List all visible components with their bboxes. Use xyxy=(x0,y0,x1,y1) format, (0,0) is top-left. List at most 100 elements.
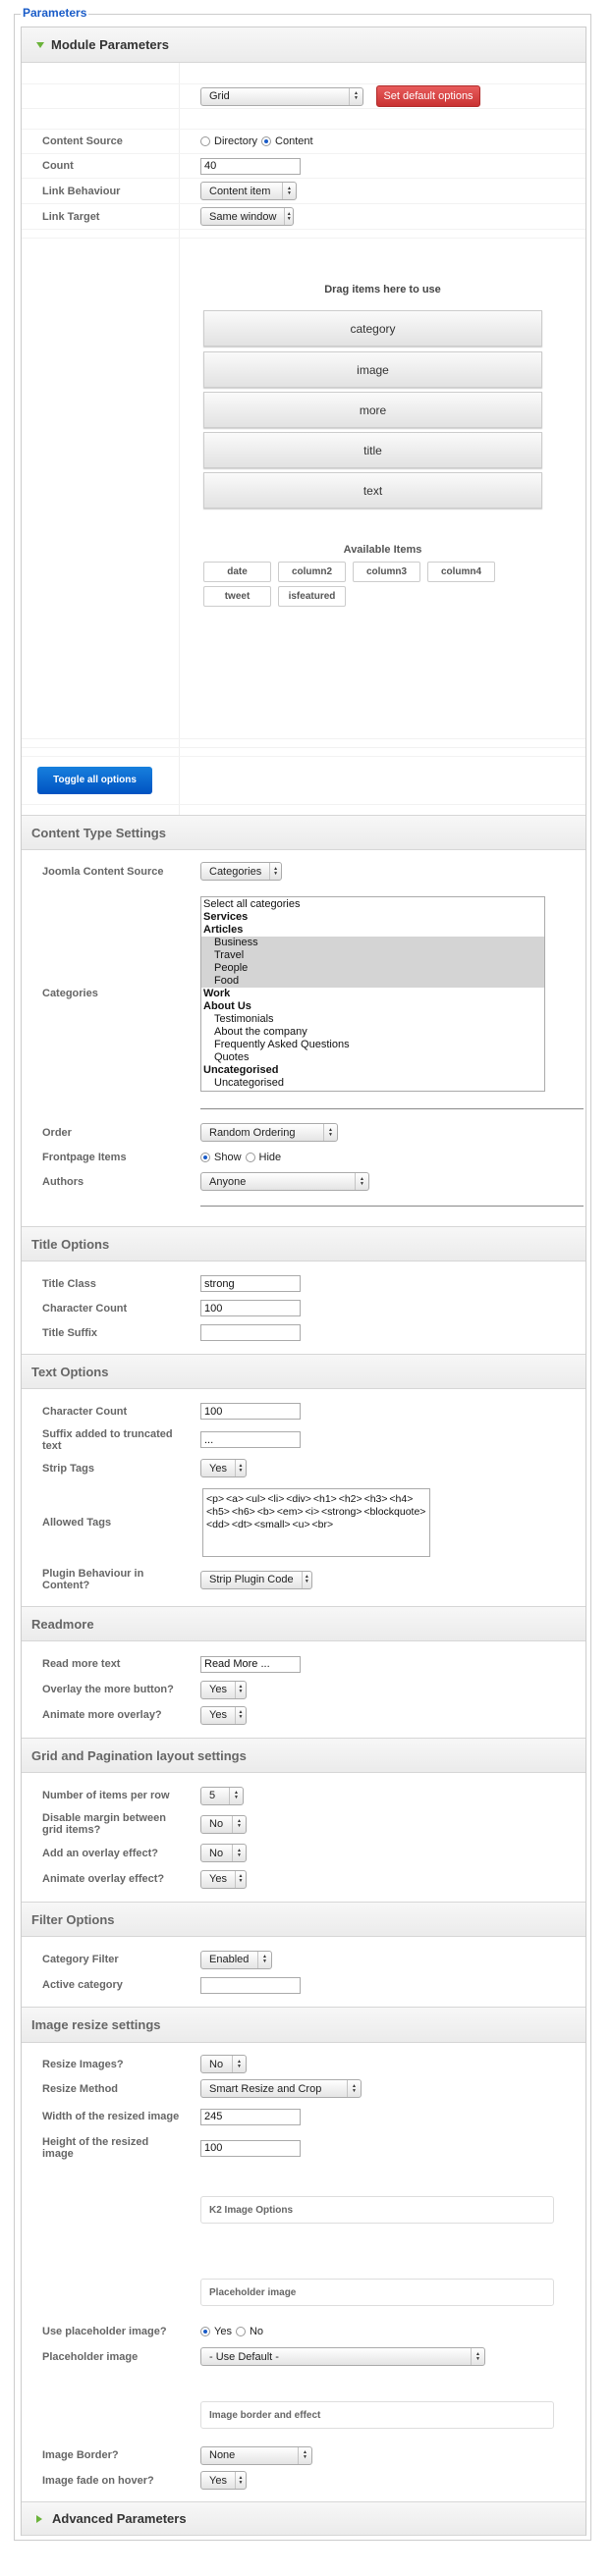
animate-overlay-select[interactable]: Yes ▲ ▼ xyxy=(200,1869,247,1889)
used-item[interactable]: title xyxy=(203,432,542,468)
form-row: Animate overlay effect? Yes ▲ ▼ xyxy=(22,1866,585,1892)
link-target-select[interactable]: Same window ▲ ▼ xyxy=(200,207,294,226)
radio-placeholder-yes[interactable] xyxy=(200,2327,210,2336)
categories-listbox[interactable]: Select all categories Services Articles Bus… xyxy=(200,895,545,1092)
container: Same window xyxy=(209,210,277,223)
parameters-panel: Module Parameters Grid ▲ ▼ Set default opt… xyxy=(21,27,586,2536)
category-option[interactable]: Select all categories xyxy=(201,898,544,911)
container: Grid ▲ ▼ Set default options xyxy=(180,84,585,108)
radio-directory[interactable] xyxy=(200,136,210,146)
category-option[interactable]: People xyxy=(201,961,544,975)
joomla-source-select[interactable]: Categories ▲ ▼ xyxy=(200,862,282,881)
category-option[interactable]: Uncategorised xyxy=(201,1064,544,1077)
text-char-count-input[interactable] xyxy=(200,1403,301,1420)
category-option[interactable]: Uncategorised xyxy=(201,1077,544,1090)
image-border-select[interactable]: None ▲ ▼ xyxy=(200,2445,312,2465)
content-source-label: Content Source xyxy=(22,130,180,153)
available-item[interactable]: tweet xyxy=(203,586,271,607)
container: Yes xyxy=(209,1684,227,1695)
radio-content[interactable] xyxy=(261,136,272,146)
form-row: Resize Images? No ▲ ▼ xyxy=(22,2052,585,2076)
order-select[interactable]: Random Ordering ▲ ▼ xyxy=(200,1123,338,1142)
container: Number of items per row 5 ▲ ▼ Disable margi… xyxy=(22,1773,585,1902)
layout-select[interactable]: Grid ▲ ▼ xyxy=(200,86,363,106)
select-arrows-icon: ▲ ▼ xyxy=(257,1951,271,1968)
category-option[interactable]: Quotes xyxy=(201,1051,544,1064)
readmore-text-input[interactable] xyxy=(200,1655,301,1673)
authors-select[interactable]: Anyone ▲ ▼ xyxy=(200,1172,369,1191)
resize-width-input[interactable] xyxy=(200,2108,301,2125)
link-behaviour-select[interactable]: Content item ▲ ▼ xyxy=(200,182,297,200)
overlay-more-label: Overlay the more button? xyxy=(42,1684,174,1695)
available-item[interactable]: isfeatured xyxy=(278,586,346,607)
category-option[interactable]: Work xyxy=(201,988,544,1000)
image-fade-select[interactable]: Yes ▲ ▼ xyxy=(200,2471,247,2490)
animate-more-select[interactable]: Yes ▲ ▼ xyxy=(200,1705,247,1725)
available-item[interactable]: column2 xyxy=(278,562,346,582)
advanced-parameters-header[interactable]: Advanced Parameters xyxy=(22,2501,585,2536)
form-row: Animate more overlay? Yes ▲ ▼ xyxy=(22,1702,585,1728)
used-item[interactable]: more xyxy=(203,392,542,428)
collapsed-triangle-icon xyxy=(36,2514,42,2523)
category-option[interactable]: Articles xyxy=(201,924,544,937)
used-item[interactable]: category xyxy=(203,310,542,347)
module-parameters-header[interactable]: Module Parameters xyxy=(22,27,585,63)
available-item[interactable]: column4 xyxy=(427,562,495,582)
container xyxy=(180,1300,301,1316)
title-suffix-input[interactable] xyxy=(200,1324,301,1341)
radio-placeholder-no[interactable] xyxy=(235,2327,246,2336)
used-item[interactable]: image xyxy=(203,351,542,388)
radio-show[interactable] xyxy=(200,1152,210,1162)
field-label xyxy=(22,239,180,738)
form-row xyxy=(22,109,585,130)
form-row: Content Source Directory Content xyxy=(22,130,585,154)
resize-method-select[interactable]: Smart Resize and Crop ▲ ▼ xyxy=(200,2079,362,2098)
category-option[interactable]: Frequently Asked Questions xyxy=(201,1039,544,1051)
toggle-all-options-button[interactable]: Toggle all options xyxy=(37,767,152,794)
category-filter-select[interactable]: Enabled ▲ ▼ xyxy=(200,1950,272,1969)
form-row: Add an overlay effect? No ▲ ▼ xyxy=(22,1840,585,1866)
form-row: Title Class xyxy=(22,1271,585,1296)
resize-images-select[interactable]: No ▲ ▼ xyxy=(200,2055,247,2073)
used-item[interactable]: text xyxy=(203,472,542,509)
radio-hide[interactable] xyxy=(245,1152,255,1162)
count-label: Count xyxy=(22,154,180,178)
container: Enabled xyxy=(209,1954,250,1965)
active-category-input[interactable] xyxy=(200,1976,301,1994)
category-option[interactable]: Food xyxy=(201,974,544,988)
field-label xyxy=(22,748,180,756)
count-input[interactable] xyxy=(200,157,301,175)
strip-tags-select[interactable]: Yes ▲ ▼ xyxy=(200,1459,247,1477)
available-item[interactable]: column3 xyxy=(353,562,420,582)
plugin-behaviour-select[interactable]: Strip Plugin Code ▲ ▼ xyxy=(200,1570,312,1589)
frontpage-label: Frontpage Items xyxy=(42,1151,127,1163)
parameters-legend: Parameters xyxy=(21,6,89,20)
title-char-count-input[interactable] xyxy=(200,1300,301,1316)
container: Categories ▲ ▼ xyxy=(180,862,282,881)
container: No xyxy=(249,2326,264,2337)
category-option[interactable]: Business xyxy=(201,936,544,949)
items-per-row-select[interactable]: 5 ▲ ▼ xyxy=(200,1786,244,1805)
container: No ▲ ▼ xyxy=(180,2055,247,2073)
category-option[interactable]: About Us xyxy=(201,1000,544,1013)
category-option[interactable]: Travel xyxy=(201,948,544,962)
available-item[interactable]: date xyxy=(203,562,271,582)
allowed-tags-label: Allowed Tags xyxy=(42,1517,112,1529)
set-default-options-button[interactable]: Set default options xyxy=(376,85,480,107)
title-class-input[interactable] xyxy=(200,1275,301,1292)
category-option[interactable]: About the company xyxy=(201,1026,544,1039)
disable-margin-select[interactable]: No ▲ ▼ xyxy=(200,1814,247,1834)
truncate-suffix-input[interactable] xyxy=(200,1431,301,1448)
select-arrows-icon: ▲ ▼ xyxy=(269,863,281,880)
form-row: Link Target Same window ▲ ▼ xyxy=(22,204,585,230)
allowed-tags-textarea[interactable]: <p> <a> <ul> <li> <div> <h1> <h2> <h3> <… xyxy=(202,1488,430,1557)
placeholder-image-select[interactable]: - Use Default - ▲ ▼ xyxy=(200,2347,485,2366)
category-option[interactable]: Testimonials xyxy=(201,1013,544,1026)
form-row: Joomla Content Source Categories ▲ ▼ xyxy=(22,859,585,884)
resize-height-input[interactable] xyxy=(200,2139,301,2157)
overlay-effect-select[interactable]: No ▲ ▼ xyxy=(200,1844,247,1862)
overlay-more-select[interactable]: Yes ▲ ▼ xyxy=(200,1680,247,1699)
category-option[interactable]: Services xyxy=(201,911,544,924)
container: Anyone ▲ ▼ xyxy=(180,1172,369,1191)
overlay-effect-label: Add an overlay effect? xyxy=(42,1847,158,1859)
